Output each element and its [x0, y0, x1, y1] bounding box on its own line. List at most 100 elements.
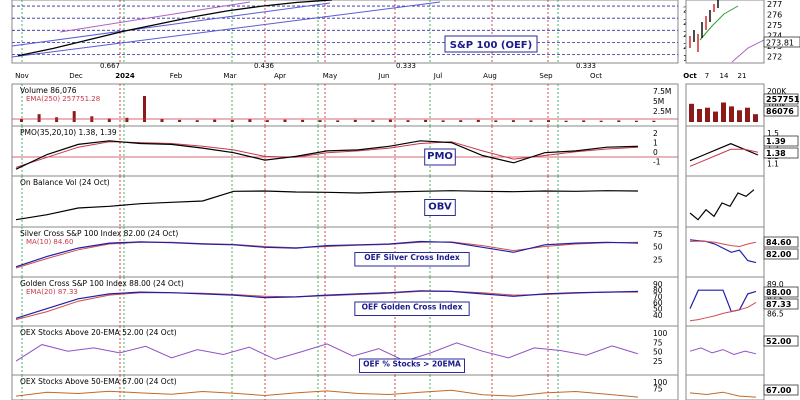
x-tick-label: May — [323, 72, 337, 80]
zoom-y-tick: 275 — [767, 21, 782, 30]
x-tick-label: Feb — [170, 72, 183, 80]
panel-obv: On Balance Vol (24 Oct) OBV — [11, 175, 765, 228]
zoom-badge-text: 86076 — [766, 107, 794, 116]
volume-bar — [371, 120, 375, 122]
x-tick-label: Apr — [274, 72, 286, 80]
panel-ma-title: EMA(20) 87.33 — [26, 288, 78, 296]
panel-y-tick: 25 — [653, 255, 663, 264]
zoom-volume-bar — [713, 111, 718, 122]
zoom-price-frame — [685, 0, 765, 64]
volume-bar — [72, 111, 76, 122]
panel-label: OEF Golden Cross Index — [362, 303, 463, 312]
zoom-y-tick: 1.1 — [767, 159, 779, 168]
panel-y-tick: 50 — [653, 243, 663, 252]
volume-bar — [178, 119, 182, 122]
panel-y-tick: 1 — [653, 139, 658, 148]
volume-bar — [265, 120, 269, 122]
panel-y-tick: 25 — [653, 357, 663, 366]
panel-title: PMO(35,20,10) 1.38, 1.39 — [20, 128, 117, 137]
zoom-price-badge-text: 273.81 — [766, 39, 794, 48]
panel-title: Silver Cross S&P 100 Index 82.00 (24 Oct… — [20, 229, 178, 238]
volume-bar — [37, 114, 41, 122]
volume-bar — [459, 120, 463, 122]
volume-bar — [301, 119, 305, 122]
panel-y-tick: 7.5M — [653, 87, 671, 96]
zoom-frame-silver — [685, 226, 765, 278]
volume-bar — [511, 120, 515, 122]
panel-y-tick: 50 — [653, 348, 663, 357]
price-label: S&P 100 (OEF) — [450, 40, 532, 51]
volume-bar — [125, 117, 129, 122]
zoom-frame-golden — [685, 276, 765, 327]
panel-ma-title: MA(10) 84.60 — [26, 238, 73, 246]
panel-label: OBV — [428, 202, 452, 213]
panel-y-tick: -1 — [653, 158, 661, 167]
zoom-y-tick: 277 — [767, 0, 782, 9]
zoom-badge-text: 82.00 — [766, 250, 792, 259]
zoom-x-label: 21 — [738, 72, 747, 80]
x-tick-label: Jul — [433, 72, 443, 80]
volume-bar — [336, 120, 340, 122]
volume-bar — [406, 120, 410, 122]
ratio-label: 0.667 — [100, 62, 120, 70]
panel-y-tick: 100 — [653, 329, 668, 338]
zoom-y-tick: 272 — [767, 53, 782, 62]
volume-bar — [283, 119, 287, 122]
panel-label: OEF % Stocks > 20EMA — [363, 360, 461, 369]
volume-bar — [230, 119, 234, 122]
volume-bar — [248, 119, 252, 122]
panel-title: Volume 86,076 — [20, 86, 77, 95]
zoom-badge-text: 84.60 — [766, 238, 792, 247]
zoom-x-label: Oct — [683, 72, 697, 80]
x-tick-label: Nov — [15, 72, 29, 80]
zoom-frame-oex50 — [685, 374, 765, 400]
panel-frame-volume — [11, 83, 679, 127]
volume-bar — [529, 120, 533, 122]
x-tick-label: Sep — [539, 72, 553, 80]
volume-bar — [617, 120, 621, 122]
volume-bar — [318, 120, 322, 122]
zoom-y-tick: 276 — [767, 11, 782, 20]
panel-y-tick: 40 — [653, 311, 663, 320]
volume-bar — [564, 120, 568, 122]
panel-y-tick: 2.5M — [653, 107, 671, 116]
zoom-volume-bar — [705, 107, 710, 122]
panel-y-tick: 75 — [653, 230, 663, 239]
zoom-badge-text: 1.38 — [766, 149, 786, 158]
price-panel-frame — [11, 0, 679, 64]
x-tick-label: 2024 — [115, 72, 135, 80]
volume-bar — [195, 120, 199, 122]
x-tick-label: Jun — [378, 72, 390, 80]
zoom-y-tick: 86.5 — [767, 310, 784, 319]
zoom-x-label: 7 — [705, 72, 709, 80]
zoom-volume-bar — [737, 110, 742, 122]
panel-frame-obv — [11, 175, 679, 228]
x-tick-label: Mar — [223, 72, 236, 80]
volume-bar — [55, 117, 59, 122]
ratio-label: 0.436 — [254, 62, 275, 70]
panel-y-tick: 5M — [653, 97, 664, 106]
volume-bar — [634, 120, 638, 122]
zoom-badge-text: 67.00 — [766, 386, 792, 395]
volume-bar — [388, 119, 392, 122]
panel-label: OEF Silver Cross Index — [364, 253, 460, 262]
zoom-badge-text: 87.33 — [766, 300, 791, 309]
volume-bar — [353, 119, 357, 122]
zoom-badge-text: 88.00 — [766, 288, 792, 297]
zoom-volume-bar — [721, 102, 726, 122]
panel-title: OEX Stocks Above 50-EMA 67.00 (24 Oct) — [20, 377, 177, 386]
zoom-volume-bar — [697, 109, 702, 122]
volume-bar — [143, 96, 146, 122]
x-tick-label: Aug — [483, 72, 497, 80]
x-tick-label: Dec — [69, 72, 83, 80]
zoom-x-label: 14 — [720, 72, 729, 80]
panel-label: PMO — [427, 151, 453, 162]
volume-bar — [476, 119, 480, 122]
volume-bar — [441, 120, 445, 122]
volume-bar — [547, 120, 550, 122]
panel-y-tick: 2 — [653, 129, 658, 138]
chart-canvas: 230220210200190 0.6670.4360.3330.333 S&P… — [0, 0, 800, 400]
zoom-volume-bar — [729, 106, 734, 122]
volume-bar — [582, 120, 586, 122]
zoom-volume-bar — [745, 107, 750, 122]
